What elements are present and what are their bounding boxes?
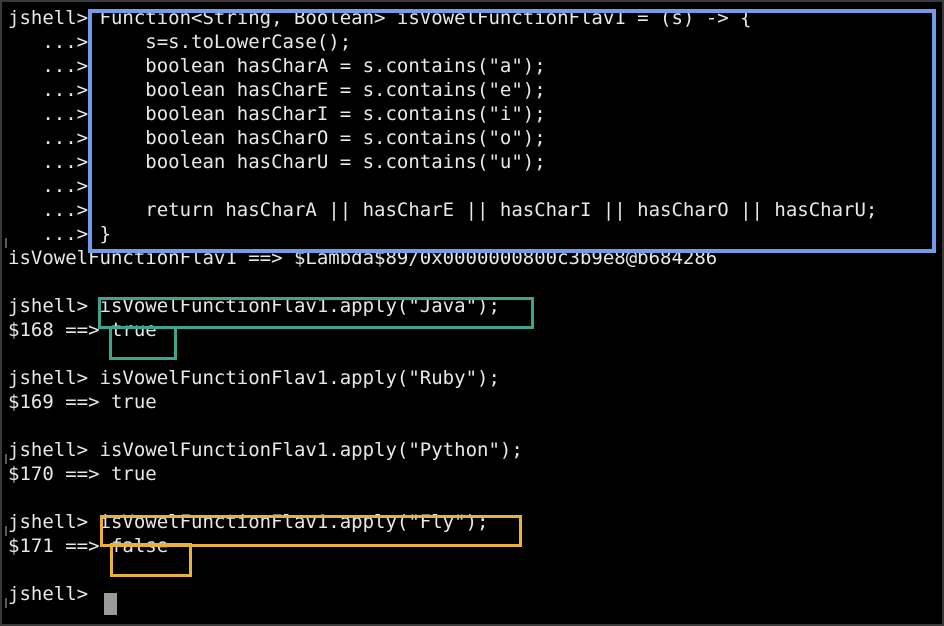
jshell-prompt: jshell> bbox=[8, 367, 89, 389]
java-result: $168 ==> true bbox=[8, 319, 157, 341]
scroll-mark bbox=[5, 238, 7, 248]
terminal-line: $170 ==> true bbox=[8, 462, 157, 486]
python-call: isVowelFunctionFlav1.apply("Python"); bbox=[88, 439, 523, 461]
line-text: s=s.toLowerCase(); bbox=[88, 31, 352, 53]
terminal-line: jshell> Function<String, Boolean> isVowe… bbox=[8, 6, 752, 30]
terminal-line: ...> boolean hasCharI = s.contains("i"); bbox=[8, 102, 546, 126]
continuation-prompt: ...> bbox=[8, 103, 89, 125]
jshell-prompt: jshell> bbox=[8, 511, 89, 533]
fly-result: $171 ==> false bbox=[8, 535, 169, 557]
terminal-line: ...> } bbox=[8, 222, 111, 246]
scroll-mark bbox=[5, 526, 7, 536]
continuation-prompt: ...> bbox=[8, 127, 89, 149]
jshell-prompt: jshell> bbox=[8, 7, 89, 29]
line-text: Function<String, Boolean> isVowelFunctio… bbox=[88, 7, 752, 29]
continuation-prompt: ...> bbox=[8, 223, 89, 245]
continuation-prompt: ...> bbox=[8, 199, 89, 221]
terminal-line[interactable]: jshell> bbox=[8, 582, 100, 606]
scroll-mark bbox=[5, 454, 7, 464]
ruby-result: $169 ==> true bbox=[8, 391, 157, 413]
python-result: $170 ==> true bbox=[8, 463, 157, 485]
continuation-prompt: ...> bbox=[8, 79, 89, 101]
terminal-line: ...> boolean hasCharA = s.contains("a"); bbox=[8, 54, 546, 78]
terminal-line: ...> s=s.toLowerCase(); bbox=[8, 30, 351, 54]
terminal-line: ...> return hasCharA || hasCharE || hasC… bbox=[8, 198, 877, 222]
terminal-line: $168 ==> true bbox=[8, 318, 157, 342]
terminal-line: ...> bbox=[8, 174, 88, 198]
command-input[interactable] bbox=[88, 583, 99, 605]
terminal-line: $169 ==> true bbox=[8, 390, 157, 414]
terminal-line: ...> boolean hasCharU = s.contains("u"); bbox=[8, 150, 546, 174]
lambda-output: isVowelFunctionFlav1 ==> $Lambda$89/0x00… bbox=[8, 247, 718, 269]
java-call: isVowelFunctionFlav1.apply("Java"); bbox=[88, 295, 500, 317]
continuation-prompt: ...> bbox=[8, 175, 89, 197]
continuation-prompt: ...> bbox=[8, 151, 89, 173]
continuation-prompt: ...> bbox=[8, 31, 89, 53]
line-text: boolean hasCharI = s.contains("i"); bbox=[88, 103, 546, 125]
terminal-line: jshell> isVowelFunctionFlav1.apply("Ruby… bbox=[8, 366, 500, 390]
terminal-line: jshell> isVowelFunctionFlav1.apply("Fly"… bbox=[8, 510, 488, 534]
terminal-line: ...> boolean hasCharO = s.contains("o"); bbox=[8, 126, 546, 150]
line-text: boolean hasCharE = s.contains("e"); bbox=[88, 79, 546, 101]
line-text: return hasCharA || hasCharE || hasCharI … bbox=[88, 199, 878, 221]
terminal-line: jshell> isVowelFunctionFlav1.apply("Java… bbox=[8, 294, 500, 318]
scroll-mark bbox=[5, 598, 7, 608]
jshell-prompt: jshell> bbox=[8, 295, 89, 317]
ruby-call: isVowelFunctionFlav1.apply("Ruby"); bbox=[88, 367, 500, 389]
terminal-window[interactable]: jshell> Function<String, Boolean> isVowe… bbox=[0, 0, 944, 626]
fly-call: isVowelFunctionFlav1.apply("Fly"); bbox=[88, 511, 489, 533]
terminal-line: $171 ==> false bbox=[8, 534, 168, 558]
jshell-prompt: jshell> bbox=[8, 439, 89, 461]
line-text: boolean hasCharU = s.contains("u"); bbox=[88, 151, 546, 173]
terminal-line: ...> boolean hasCharE = s.contains("e"); bbox=[8, 78, 546, 102]
line-text: boolean hasCharO = s.contains("o"); bbox=[88, 127, 546, 149]
line-text: boolean hasCharA = s.contains("a"); bbox=[88, 55, 546, 77]
terminal-line: jshell> isVowelFunctionFlav1.apply("Pyth… bbox=[8, 438, 523, 462]
terminal-line: isVowelFunctionFlav1 ==> $Lambda$89/0x00… bbox=[8, 246, 717, 270]
line-text: } bbox=[88, 223, 111, 245]
continuation-prompt: ...> bbox=[8, 55, 89, 77]
text-cursor bbox=[104, 593, 117, 615]
jshell-prompt: jshell> bbox=[8, 583, 89, 605]
